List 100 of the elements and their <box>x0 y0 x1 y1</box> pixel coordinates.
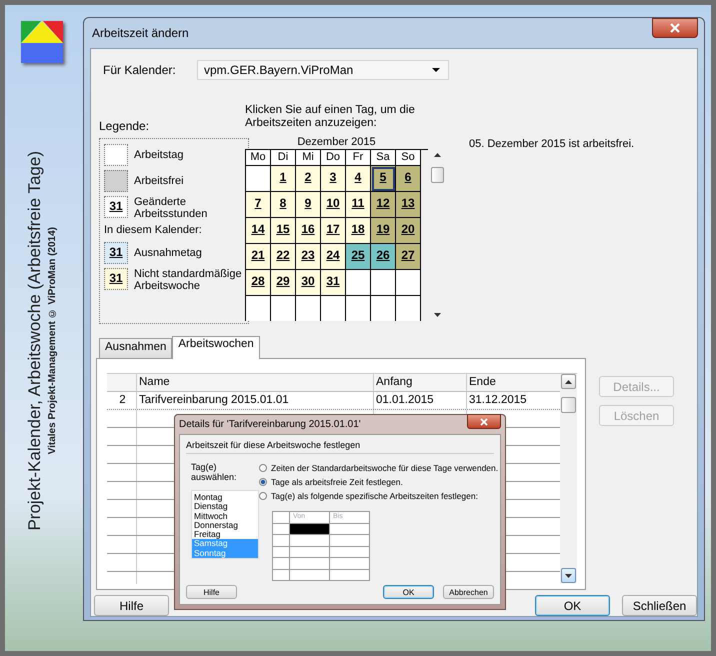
legend-swatch: 31 <box>104 242 128 264</box>
calendar-day[interactable]: 25 <box>346 244 371 270</box>
table-cell: Tarifvereinbarung 2015.01.01 <box>137 392 374 409</box>
radio-button[interactable] <box>259 478 267 486</box>
calendar-day[interactable]: 16 <box>296 218 321 244</box>
sidebar-title: Projekt-Kalender, Arbeitswoche (Arbeitsfreie Tage) <box>24 151 44 531</box>
close-icon <box>670 23 680 33</box>
logo-icon <box>21 21 63 63</box>
grid-cell <box>273 546 290 558</box>
legend-label: Ausnahmetag <box>134 247 202 259</box>
window-title: Arbeitszeit ändern <box>91 26 189 40</box>
tab[interactable]: Ausnahmen <box>99 338 172 358</box>
calendar-day[interactable]: 29 <box>271 270 296 296</box>
calendar-day[interactable]: 21 <box>246 244 271 270</box>
day-list-item[interactable]: Donnerstag <box>192 520 258 530</box>
weekday-header: Mo <box>246 150 271 166</box>
calendar-day[interactable]: 12 <box>371 192 396 218</box>
grid-cell <box>273 570 290 581</box>
day-list-item[interactable]: Mittwoch <box>192 512 258 521</box>
calendar-day[interactable]: 18 <box>346 218 371 244</box>
day-list-item[interactable]: Dienstag <box>192 502 258 512</box>
dialog-title: Details für 'Tarifvereinbarung 2015.01.01' <box>179 419 361 430</box>
sidebar-subtitle: Vitales Projekt-Management © ViProMan (2014) <box>46 227 58 455</box>
calendar-day[interactable]: 31 <box>321 270 346 296</box>
row-number: 2 <box>107 392 137 409</box>
dialog-button[interactable]: Hilfe <box>94 595 169 616</box>
scroll-up-button[interactable] <box>561 374 576 389</box>
legend-swatch: 31 <box>104 268 128 290</box>
calendar-day[interactable]: 23 <box>296 244 321 270</box>
month-title: Dezember 2015 <box>296 136 377 149</box>
calendar-day[interactable]: 14 <box>246 218 271 244</box>
calendar-day[interactable]: 20 <box>396 218 421 244</box>
calendar-day[interactable]: 11 <box>346 192 371 218</box>
calendar-day[interactable]: 9 <box>296 192 321 218</box>
weekday-header: So <box>396 150 421 166</box>
calendar-day[interactable]: 2 <box>296 166 321 192</box>
calendar-day[interactable]: 22 <box>271 244 296 270</box>
calendar-day[interactable]: 6 <box>396 166 421 192</box>
scroll-thumb[interactable] <box>561 397 576 413</box>
grid-cell <box>273 558 290 570</box>
calendar-day[interactable]: 17 <box>321 218 346 244</box>
option-label: Tag(e) als folgende spezifische Arbeitszeiten festlegen: <box>271 491 478 501</box>
calendar-day[interactable]: 28 <box>246 270 271 296</box>
caret-icon <box>432 68 440 72</box>
down-arrow-icon <box>434 313 440 317</box>
calendar-day[interactable]: 1 <box>271 166 296 192</box>
calendar-day[interactable]: 30 <box>296 270 321 296</box>
radio-button[interactable] <box>259 492 267 500</box>
calendar-instruction: Klicken Sie auf einen Tag, um die Arbeitszeiten anzuzeigen: <box>245 104 416 130</box>
option-label: Zeiten der Standardarbeitswoche für diese Tage verwenden. <box>271 463 498 473</box>
calendar-day[interactable]: 15 <box>271 218 296 244</box>
day-list-item[interactable]: Freitag <box>192 530 258 540</box>
calendar-day[interactable]: 5 <box>371 166 396 192</box>
legend-swatch <box>104 144 128 166</box>
legend-swatch: 31 <box>104 196 128 218</box>
column-header: Name <box>137 374 374 391</box>
calendar-day[interactable]: 13 <box>396 192 421 218</box>
dialog-button[interactable]: OK <box>383 585 434 599</box>
tab[interactable]: Arbeitswochen <box>172 336 260 359</box>
legend-label: Nicht standardmäßige Arbeitswoche <box>134 268 243 292</box>
weekday-header: Di <box>271 150 296 166</box>
weekday-header: Mi <box>296 150 321 166</box>
calendar-day[interactable]: 10 <box>321 192 346 218</box>
scroll-down-button[interactable] <box>561 568 576 583</box>
grid-cell <box>273 512 290 524</box>
down-arrow-icon <box>565 574 572 578</box>
day-list-item[interactable]: Montag <box>192 493 258 502</box>
dialog-button[interactable]: OK <box>535 595 610 616</box>
days-label: Tag(e) auswählen: <box>191 462 238 482</box>
column-header: Ende <box>468 375 497 390</box>
calendar-day[interactable]: 7 <box>246 192 271 218</box>
calendar-dropdown[interactable]: vpm.GER.Bayern.ViProMan <box>197 60 449 80</box>
weekday-header: Fr <box>346 150 371 166</box>
column-header: Anfang <box>374 374 467 391</box>
legend-label: Arbeitsfrei <box>134 175 184 187</box>
dialog-button[interactable]: Hilfe <box>186 585 237 599</box>
calendar-day[interactable]: 8 <box>271 192 296 218</box>
option-label: Tage als arbeitsfreie Zeit festlegen. <box>271 477 403 487</box>
close-button[interactable] <box>467 414 501 429</box>
legend-label: Arbeitstag <box>134 149 184 161</box>
close-icon <box>480 418 488 426</box>
up-arrow-icon <box>565 380 572 384</box>
day-list[interactable]: Montag Dienstag Mittwoch Donnerstag Freitag Samstag Sonntag <box>191 490 259 560</box>
dialog-button[interactable]: Schließen <box>622 595 697 616</box>
calendar-day[interactable]: 4 <box>346 166 371 192</box>
group-label: Arbeitszeit für diese Arbeitswoche festlegen <box>186 440 494 454</box>
close-button[interactable] <box>652 18 698 38</box>
calendar-day[interactable]: 19 <box>371 218 396 244</box>
table-scrollbar[interactable] <box>560 374 577 583</box>
dialog-button[interactable]: Abbrechen <box>443 585 494 599</box>
calendar-day[interactable]: 3 <box>321 166 346 192</box>
calendar-label: Für Kalender: <box>103 63 177 77</box>
calendar-day[interactable]: 26 <box>371 244 396 270</box>
radio-button[interactable] <box>259 464 267 472</box>
up-arrow-icon <box>434 153 440 157</box>
calendar-day[interactable]: 24 <box>321 244 346 270</box>
weekday-header: Do <box>321 150 346 166</box>
table-cell: 01.01.2015 <box>374 392 467 409</box>
scroll-thumb[interactable] <box>430 167 444 183</box>
calendar-day[interactable]: 27 <box>396 244 421 270</box>
